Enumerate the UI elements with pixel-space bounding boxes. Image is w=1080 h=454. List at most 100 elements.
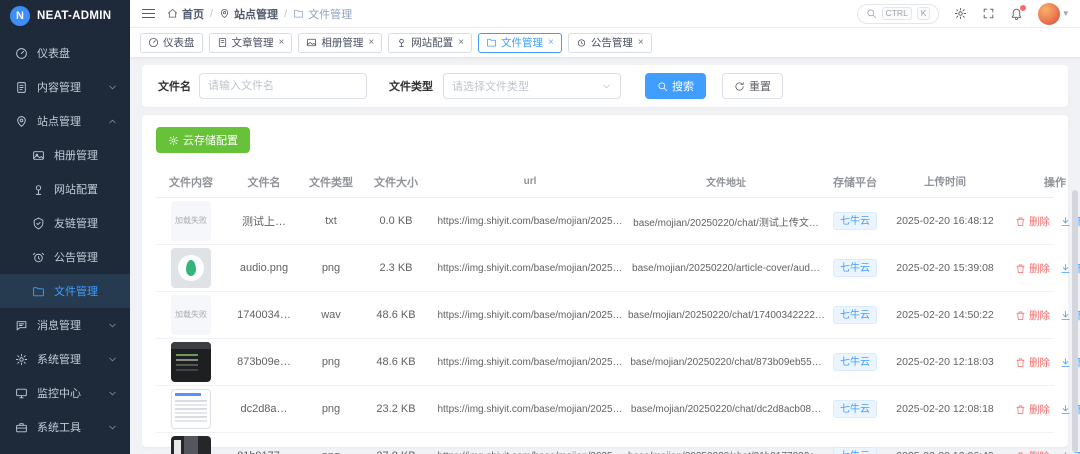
delete-button[interactable]: 删除: [1015, 355, 1050, 370]
close-icon[interactable]: ×: [458, 37, 464, 48]
tab-label: 相册管理: [321, 37, 364, 49]
sidebar-item-label: 站点管理: [37, 116, 81, 128]
file-thumbnail-image[interactable]: [171, 342, 211, 382]
file-type-placeholder: 请选择文件类型: [452, 81, 529, 93]
breadcrumb-separator: /: [284, 7, 288, 20]
download-icon: [1061, 263, 1070, 273]
delete-button[interactable]: 删除: [1015, 261, 1050, 276]
trash-icon: [1016, 404, 1025, 414]
sidebar-item-albums[interactable]: 相册管理: [0, 138, 130, 172]
close-icon[interactable]: ×: [368, 37, 374, 48]
sidebar-item-friend-links[interactable]: 友链管理: [0, 206, 130, 240]
close-icon[interactable]: ×: [279, 37, 285, 48]
app-window: N NEAT-ADMIN 仪表盘 内容管理 站点管理 相册管理 网站配置 友链管…: [0, 0, 1080, 454]
fullscreen-button[interactable]: [982, 7, 995, 20]
file-name-cell: audio.png: [239, 262, 289, 274]
file-type-select[interactable]: 请选择文件类型: [443, 73, 621, 99]
column-header: 存储平台: [833, 176, 877, 189]
reset-button[interactable]: 重置: [722, 73, 783, 99]
tab-articles[interactable]: 文章管理 ×: [208, 32, 293, 53]
app-logo[interactable]: N NEAT-ADMIN: [0, 0, 130, 32]
delete-button[interactable]: 删除: [1015, 449, 1050, 454]
sidebar-item-system[interactable]: 系统管理: [0, 342, 130, 376]
tab-dashboard[interactable]: 仪表盘: [140, 32, 203, 53]
upload-time-cell: 2025-02-20 12:08:18: [896, 403, 994, 415]
delete-label: 删除: [1029, 309, 1050, 322]
cloud-storage-config-label: 云存储配置: [183, 135, 238, 147]
breadcrumb-label: 首页: [182, 8, 204, 21]
file-thumbnail-image[interactable]: [171, 436, 211, 454]
delete-button[interactable]: 删除: [1015, 402, 1050, 417]
sidebar-item-site[interactable]: 站点管理: [0, 104, 130, 138]
file-size-cell: 0.0 KB: [379, 215, 413, 227]
breadcrumb-site-management[interactable]: 站点管理: [219, 6, 278, 22]
sidebar-item-label: 仪表盘: [37, 48, 70, 60]
notifications-button[interactable]: [1010, 4, 1028, 20]
sidebar-item-label: 系统管理: [37, 354, 81, 366]
delete-button[interactable]: 删除: [1015, 308, 1050, 323]
sidebar: N NEAT-ADMIN 仪表盘 内容管理 站点管理 相册管理 网站配置 友链管…: [0, 0, 130, 454]
menu-collapse-button[interactable]: [142, 8, 155, 19]
sidebar-item-tools[interactable]: 系统工具: [0, 410, 130, 444]
sidebar-item-site-config[interactable]: 网站配置: [0, 172, 130, 206]
close-icon[interactable]: ×: [548, 37, 554, 48]
delete-button[interactable]: 删除: [1015, 214, 1050, 229]
file-type-cell: png: [321, 403, 341, 415]
global-search-button[interactable]: CTRL K: [856, 3, 940, 24]
monitor-icon: [16, 388, 27, 398]
chevron-down-icon: [107, 320, 118, 331]
tab-file-management[interactable]: 文件管理 ×: [478, 32, 562, 53]
table-row: dc2d8a… png 23.2 KB https://img.shiyit.c…: [156, 386, 1080, 433]
breadcrumb-home[interactable]: 首页: [167, 6, 204, 22]
upload-time-cell: 2025-02-20 14:50:22: [896, 309, 994, 321]
sidebar-item-content[interactable]: 内容管理: [0, 70, 130, 104]
file-thumbnail-image[interactable]: [171, 389, 211, 429]
sidebar-item-monitoring[interactable]: 监控中心: [0, 376, 130, 410]
column-header: 操作: [1044, 176, 1066, 189]
app-title: NEAT-ADMIN: [37, 10, 112, 22]
settings-button[interactable]: [954, 7, 967, 20]
tab-label: 网站配置: [411, 37, 454, 49]
file-size-cell: 2.3 KB: [379, 262, 413, 274]
notification-badge: [1019, 4, 1028, 12]
file-type-cell: png: [302, 450, 360, 454]
close-icon[interactable]: ×: [638, 37, 644, 48]
tab-label: 文章管理: [231, 37, 274, 49]
gauge-icon: [148, 37, 159, 48]
file-name-input[interactable]: [199, 73, 367, 99]
table-row: 加载失败 1740034… wav 48.6 KB https://img.sh…: [156, 292, 1080, 339]
sidebar-item-label: 友链管理: [54, 218, 98, 230]
search-button[interactable]: 搜索: [645, 73, 706, 99]
storage-platform-badge: 七牛云: [833, 259, 877, 277]
file-name-cell: 测试上…: [242, 216, 286, 228]
sidebar-item-file-management[interactable]: 文件管理: [0, 274, 130, 308]
column-header: 文件内容: [169, 176, 213, 189]
refresh-icon: [735, 81, 744, 91]
tab-albums[interactable]: 相册管理 ×: [298, 32, 383, 53]
shield-icon: [33, 217, 44, 229]
pin-icon: [35, 184, 42, 195]
storage-platform-badge: 七牛云: [833, 212, 877, 230]
file-thumbnail-image[interactable]: [171, 248, 211, 288]
column-header: 文件名: [247, 176, 281, 189]
tab-label: 公告管理: [590, 37, 633, 49]
download-icon: [1061, 310, 1070, 320]
tab-site-config[interactable]: 网站配置 ×: [388, 32, 473, 53]
sidebar-item-label: 公告管理: [54, 252, 98, 264]
vertical-scrollbar[interactable]: [1072, 190, 1078, 452]
cloud-storage-config-button[interactable]: 云存储配置: [156, 127, 250, 153]
delete-label: 删除: [1029, 215, 1050, 228]
sidebar-item-dashboard[interactable]: 仪表盘: [0, 36, 130, 70]
column-header: url: [523, 176, 537, 187]
column-header: 文件大小: [374, 176, 418, 189]
audio-art-icon: [186, 260, 196, 276]
sidebar-item-messages[interactable]: 消息管理: [0, 308, 130, 342]
file-type-cell: txt: [325, 215, 337, 227]
delete-label: 删除: [1029, 262, 1050, 275]
toolbox-icon: [16, 422, 27, 432]
user-menu[interactable]: ▾: [1038, 2, 1068, 25]
sidebar-item-label: 内容管理: [37, 82, 81, 94]
sidebar-item-announcements[interactable]: 公告管理: [0, 240, 130, 274]
tab-announcements[interactable]: 公告管理 ×: [567, 32, 652, 53]
file-address-cell: base/mojian/20250220/chat/测试上传文…: [633, 217, 819, 229]
